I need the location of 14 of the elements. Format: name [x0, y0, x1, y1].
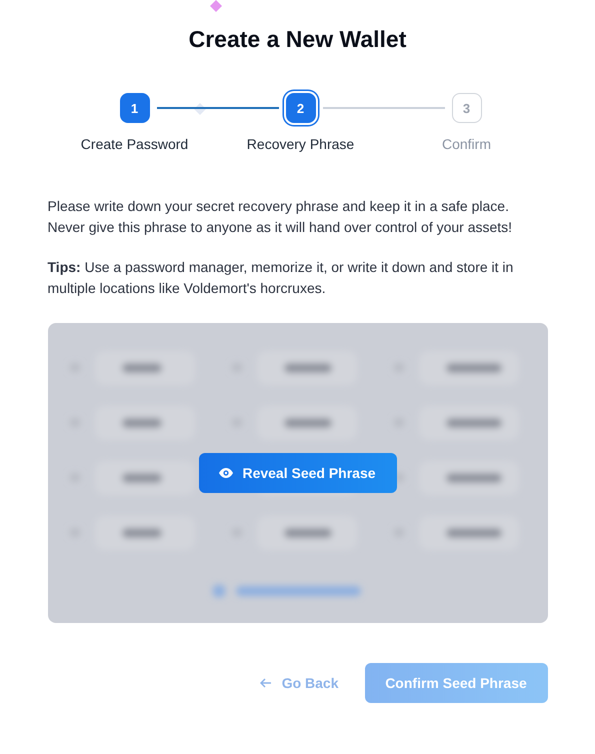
step-label: Confirm	[442, 136, 491, 152]
reveal-seed-phrase-button[interactable]: Reveal Seed Phrase	[198, 453, 396, 493]
page-title: Create a New Wallet	[188, 26, 406, 53]
step-number: 1	[120, 93, 150, 123]
step-number: 3	[452, 93, 482, 123]
eye-icon	[219, 468, 234, 478]
tips-text: Tips: Use a password manager, memorize it, or write it down and store it in multiple locations like Voldemort's horcruxes.	[48, 258, 514, 298]
step-label: Create Password	[80, 136, 188, 152]
go-back-link[interactable]: Go Back	[260, 675, 338, 691]
step-number: 2	[286, 93, 316, 123]
arrow-left-icon	[260, 678, 272, 688]
diamond-icon	[210, 0, 222, 12]
instructions-text: Please write down your secret recovery phrase and keep it in a safe place. Never give this phrase to anyone as it will hand over control of your assets!	[48, 197, 514, 237]
step-label: Recovery Phrase	[246, 136, 354, 152]
